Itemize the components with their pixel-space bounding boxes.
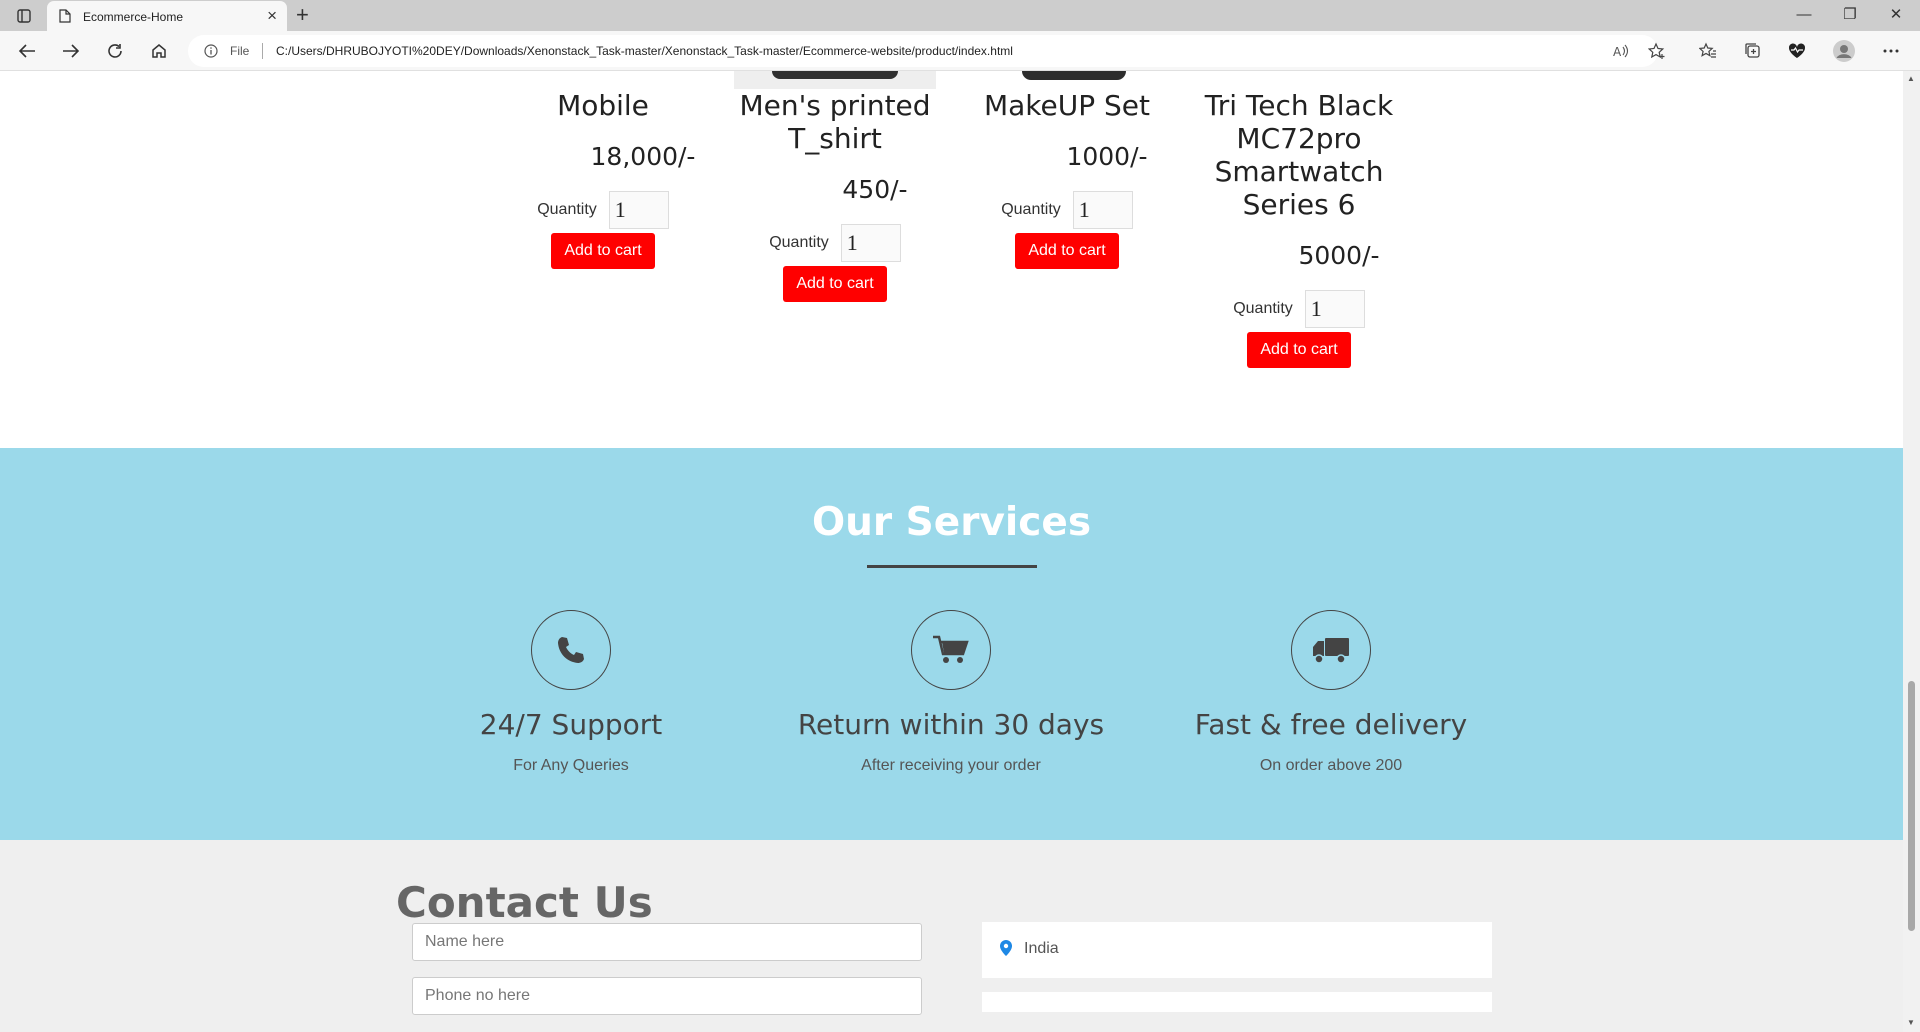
product-price: 5000/- <box>1298 241 1380 270</box>
product-price: 1000/- <box>1066 142 1148 171</box>
quantity-label: Quantity <box>1233 300 1293 317</box>
services-title: Our Services <box>811 500 1092 545</box>
add-to-cart-button[interactable]: Add to cart <box>551 233 655 269</box>
home-icon[interactable] <box>148 40 170 62</box>
refresh-icon[interactable] <box>104 40 126 62</box>
product-price: 18,000/- <box>590 142 696 171</box>
close-tab-icon[interactable]: × <box>267 7 277 24</box>
add-favorite-icon[interactable] <box>1646 40 1668 62</box>
address-scheme-label: File <box>230 44 250 58</box>
favorites-icon[interactable] <box>1697 40 1719 62</box>
service-item: 24/7 Support For Any Queries <box>381 610 761 775</box>
scroll-down-icon[interactable]: ▼ <box>1907 1018 1915 1027</box>
service-subtext: After receiving your order <box>861 757 1041 774</box>
product-price: 450/- <box>842 175 908 204</box>
service-item: Fast & free delivery On order above 200 <box>1141 610 1521 775</box>
scroll-up-icon[interactable]: ▲ <box>1907 74 1915 83</box>
product-card: Mobile 18,000/- Quantity Add to cart <box>487 89 719 269</box>
browser-tab[interactable]: Ecommerce-Home × <box>47 1 287 31</box>
quantity-input[interactable] <box>1072 191 1133 229</box>
add-to-cart-button[interactable]: Add to cart <box>783 266 887 302</box>
forward-icon[interactable] <box>60 40 82 62</box>
health-extension-icon[interactable] <box>1786 40 1808 62</box>
product-name: Men's printed T_shirt <box>739 89 931 155</box>
service-heading: 24/7 Support <box>479 708 663 741</box>
product-name: MakeUP Set <box>983 89 1151 122</box>
back-icon[interactable] <box>16 40 38 62</box>
tab-actions-icon[interactable] <box>12 6 36 26</box>
service-heading: Return within 30 days <box>797 708 1105 741</box>
minimize-icon[interactable]: — <box>1784 3 1824 27</box>
page-icon <box>59 9 71 28</box>
more-menu-icon[interactable] <box>1880 40 1902 62</box>
product-name: Tri Tech Black MC72pro Smartwatch Series… <box>1204 89 1394 221</box>
service-item: Return within 30 days After receiving yo… <box>761 610 1141 775</box>
restore-icon[interactable]: ❐ <box>1830 3 1870 27</box>
service-heading: Fast & free delivery <box>1194 708 1468 741</box>
add-to-cart-button[interactable]: Add to cart <box>1247 332 1351 368</box>
quantity-input[interactable] <box>1304 290 1365 328</box>
quantity-label: Quantity <box>769 234 829 251</box>
tab-title: Ecommerce-Home <box>83 10 184 24</box>
truck-icon <box>1291 610 1371 690</box>
phone-icon <box>531 610 611 690</box>
cart-icon <box>911 610 991 690</box>
quantity-input[interactable] <box>840 224 901 262</box>
contact-section: Contact Us India <box>0 840 1903 1032</box>
tab-strip: Ecommerce-Home × + — ❐ ✕ <box>0 0 1920 31</box>
new-tab-icon[interactable]: + <box>296 3 309 27</box>
vertical-scrollbar[interactable]: ▲ ▼ <box>1903 71 1920 1032</box>
scrollbar-thumb[interactable] <box>1908 681 1915 931</box>
read-aloud-icon[interactable]: A <box>1610 40 1632 62</box>
service-subtext: For Any Queries <box>513 757 629 774</box>
location-text: India <box>1024 940 1059 957</box>
collections-icon[interactable] <box>1742 40 1764 62</box>
browser-toolbar: File C:/Users/DHRUBOJYOTI%20DEY/Download… <box>0 31 1920 71</box>
location-info: India <box>982 922 1492 978</box>
contact-title: Contact Us <box>396 878 653 927</box>
name-input[interactable] <box>412 923 922 961</box>
tshirt-product-image <box>734 71 936 89</box>
address-url[interactable]: C:/Users/DHRUBOJYOTI%20DEY/Downloads/Xen… <box>276 44 1013 58</box>
map-pin-icon <box>1000 940 1012 961</box>
quantity-label: Quantity <box>1001 201 1061 218</box>
product-card: Men's printed T_shirt 450/- Quantity Add… <box>719 89 951 302</box>
svg-text:A: A <box>1613 45 1622 59</box>
quantity-label: Quantity <box>537 201 597 218</box>
address-bar[interactable]: File C:/Users/DHRUBOJYOTI%20DEY/Download… <box>188 35 1658 67</box>
page-content: Mobile 18,000/- Quantity Add to cart Men… <box>0 71 1903 1032</box>
makeup-product-image <box>1022 71 1126 80</box>
address-divider <box>262 43 263 59</box>
profile-avatar-icon[interactable] <box>1833 40 1855 62</box>
add-to-cart-button[interactable]: Add to cart <box>1015 233 1119 269</box>
info-icon[interactable] <box>204 44 218 63</box>
service-subtext: On order above 200 <box>1259 757 1403 774</box>
quantity-input[interactable] <box>608 191 669 229</box>
services-section: Our Services 24/7 Support For Any Querie… <box>0 448 1903 840</box>
close-window-icon[interactable]: ✕ <box>1876 3 1916 27</box>
phone-input[interactable] <box>412 977 922 1015</box>
product-card: MakeUP Set 1000/- Quantity Add to cart <box>951 89 1183 269</box>
product-name: Mobile <box>557 89 649 122</box>
product-card: Tri Tech Black MC72pro Smartwatch Series… <box>1183 89 1415 368</box>
services-title-underline <box>867 565 1037 568</box>
contact-info-box <box>982 992 1492 1012</box>
